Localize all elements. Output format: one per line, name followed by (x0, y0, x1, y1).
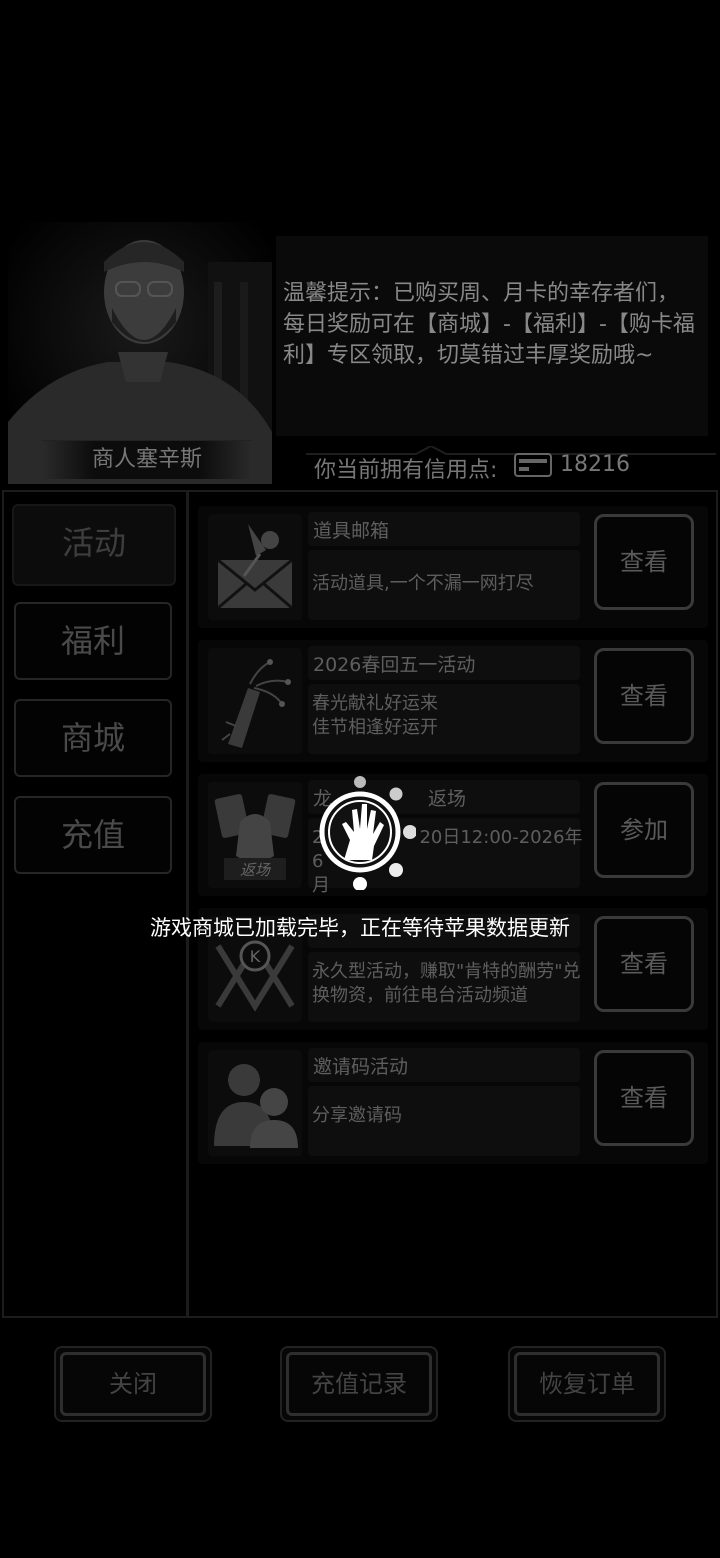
sidebar-divider (186, 492, 189, 1318)
sidebar-item-recharge[interactable]: 充值 (14, 796, 172, 874)
close-button[interactable]: 关闭 (54, 1346, 212, 1422)
list-item: 道具邮箱 活动道具,一个不漏一网打尽 查看 (198, 506, 708, 628)
mail-pin-icon (208, 514, 302, 620)
svg-text:K: K (250, 947, 261, 966)
row-desc: 永久型活动，赚取"肯特的酬劳"兑换物资，前往电台活动频道 (312, 961, 581, 1006)
row-title: 2026春回五一活动 (313, 654, 476, 676)
users-icon (208, 1050, 302, 1156)
merchant-name: 商人塞辛斯 (42, 440, 252, 479)
return-bag-label: 返场 (240, 861, 272, 879)
list-item: 返场 龙返场 2 20日12:00-2026年6 月 参加 (198, 774, 708, 896)
row-title: 邀请码活动 (313, 1056, 409, 1078)
row-title: 道具邮箱 (313, 520, 390, 542)
view-button[interactable]: 查看 (594, 514, 694, 610)
list-item: 邀请码活动 分享邀请码 查看 (198, 1042, 708, 1164)
sidebar-item-activity[interactable]: 活动 (12, 504, 176, 586)
join-button[interactable]: 参加 (594, 782, 694, 878)
sidebar-item-shop[interactable]: 商城 (14, 699, 172, 777)
row-desc: 春光献礼好运来 佳节相逢好运开 (312, 693, 438, 738)
sidebar-item-welfare[interactable]: 福利 (14, 602, 172, 680)
loading-text: 游戏商城已加载完毕，正在等待苹果数据更新 (150, 916, 570, 940)
tip-text: 温馨提示：已购买周、月卡的幸存者们，每日奖励可在【商城】-【福利】-【购卡福利】… (283, 281, 695, 368)
list-item: 2026春回五一活动 春光献礼好运来 佳节相逢好运开 查看 (198, 640, 708, 762)
credit-card-icon (514, 452, 554, 478)
return-bag-icon: 返场 (208, 782, 302, 888)
credits-label: 你当前拥有信用点: (314, 458, 498, 483)
recharge-history-button[interactable]: 充值记录 (280, 1346, 438, 1422)
view-button[interactable]: 查看 (594, 1050, 694, 1146)
loading-spinner (316, 774, 417, 891)
credits-value: 18216 (560, 452, 630, 477)
firecracker-icon (208, 648, 302, 754)
view-button[interactable]: 查看 (594, 648, 694, 744)
row-desc: 分享邀请码 (312, 1105, 402, 1126)
restore-order-button[interactable]: 恢复订单 (508, 1346, 666, 1422)
row-desc: 活动道具,一个不漏一网打尽 (312, 573, 534, 594)
